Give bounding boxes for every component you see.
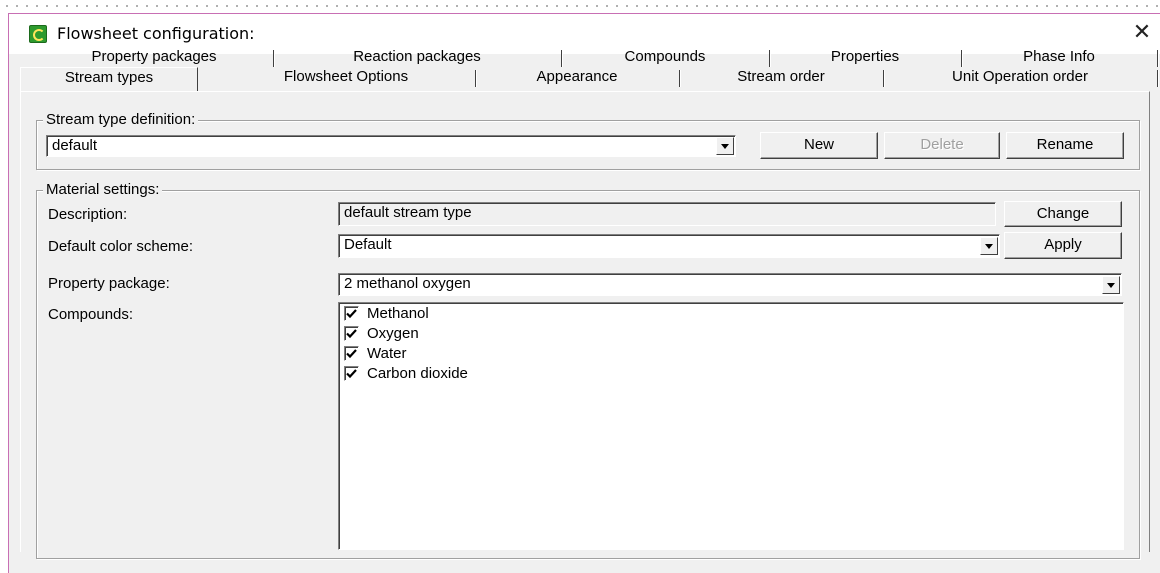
app-icon xyxy=(29,25,47,43)
stream-type-value: default xyxy=(52,137,98,154)
rename-button[interactable]: Rename xyxy=(1006,132,1124,159)
material-settings-legend: Material settings: xyxy=(43,181,163,199)
description-field: default stream type xyxy=(338,202,996,226)
tab-stream-order[interactable]: Stream order xyxy=(680,67,884,87)
tab-property-packages[interactable]: Property packages xyxy=(36,47,274,67)
tab-unit-operation-order[interactable]: Unit Operation order xyxy=(884,67,1158,87)
property-package-combobox[interactable]: 2 methanol oxygen xyxy=(338,273,1122,296)
compounds-label: Compounds: xyxy=(48,306,134,323)
tab-appearance[interactable]: Appearance xyxy=(476,67,680,87)
new-button[interactable]: New xyxy=(760,132,878,159)
checkbox-water[interactable] xyxy=(344,346,359,361)
check-icon xyxy=(346,329,357,339)
checkbox-carbon-dioxide[interactable] xyxy=(344,366,359,381)
change-button[interactable]: Change xyxy=(1004,201,1122,227)
chevron-down-icon[interactable] xyxy=(980,237,998,255)
list-item[interactable]: Oxygen xyxy=(344,325,419,345)
list-item[interactable]: Water xyxy=(344,345,406,365)
compound-name: Carbon dioxide xyxy=(367,365,468,382)
color-scheme-label: Default color scheme: xyxy=(48,238,194,255)
window-title: Flowsheet configuration: xyxy=(57,24,255,43)
compound-name: Water xyxy=(367,345,407,362)
color-scheme-combobox[interactable]: Default xyxy=(338,234,1000,258)
apply-button[interactable]: Apply xyxy=(1004,232,1122,259)
stream-type-definition-legend: Stream type definition: xyxy=(43,111,199,129)
stream-type-combobox[interactable]: default xyxy=(46,135,736,157)
checkbox-oxygen[interactable] xyxy=(344,326,359,341)
color-scheme-value: Default xyxy=(344,236,392,253)
chevron-down-icon[interactable] xyxy=(716,137,734,155)
tab-compounds[interactable]: Compounds xyxy=(562,47,770,67)
compound-name: Oxygen xyxy=(367,325,419,342)
description-label: Description: xyxy=(48,206,128,223)
chevron-down-icon[interactable] xyxy=(1102,276,1120,294)
tab-flowsheet-options[interactable]: Flowsheet Options xyxy=(218,67,476,87)
tab-properties[interactable]: Properties xyxy=(770,47,962,67)
check-icon xyxy=(346,369,357,379)
compound-name: Methanol xyxy=(367,305,429,322)
tab-phase-info[interactable]: Phase Info xyxy=(962,47,1158,67)
background-dot-grid xyxy=(0,0,1160,12)
property-package-label: Property package: xyxy=(48,275,170,292)
check-icon xyxy=(346,309,357,319)
property-package-value: 2 methanol oxygen xyxy=(344,275,471,292)
tab-stream-types[interactable]: Stream types xyxy=(20,67,198,91)
check-icon xyxy=(346,349,357,359)
compounds-checklist[interactable]: Methanol Oxygen Water Carbon dioxide xyxy=(338,302,1124,550)
checkbox-methanol[interactable] xyxy=(344,306,359,321)
close-icon[interactable]: ✕ xyxy=(1130,20,1154,46)
list-item[interactable]: Carbon dioxide xyxy=(344,365,468,385)
delete-button[interactable]: Delete xyxy=(884,132,1000,159)
tab-reaction-packages[interactable]: Reaction packages xyxy=(274,47,562,67)
list-item[interactable]: Methanol xyxy=(344,305,429,325)
